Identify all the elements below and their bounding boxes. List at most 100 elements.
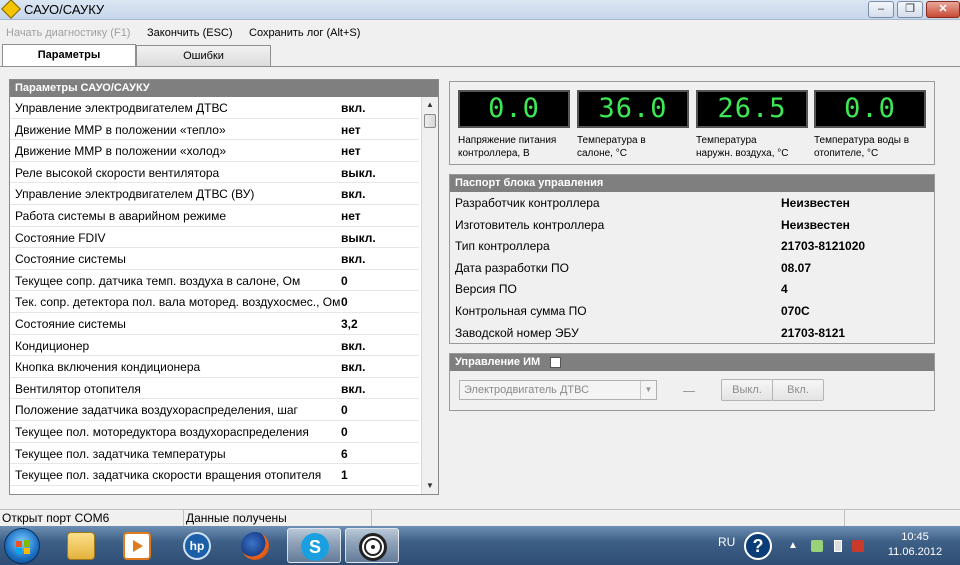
taskbar-media-player-icon[interactable]: [110, 528, 164, 563]
parameter-row: Текущее пол. задатчика температуры 6: [10, 443, 419, 465]
row-label: Дата разработки ПО: [455, 260, 569, 275]
actuator-select-value: Электродвигатель ДТВС: [464, 384, 590, 396]
row-label: Состояние системы: [15, 252, 126, 267]
help-icon[interactable]: ?: [744, 532, 772, 560]
tray-clock[interactable]: 10:45 11.06.2012: [880, 530, 950, 560]
off-button[interactable]: Выкл.: [721, 379, 773, 401]
row-value: 070C: [781, 303, 810, 318]
row-label: Тек. сопр. детектора пол. вала моторед. …: [15, 295, 341, 310]
row-value: вкл.: [341, 381, 366, 396]
maximize-button[interactable]: ❐: [897, 1, 923, 18]
status-bar: Открыт порт COM6 Данные получены: [0, 509, 960, 527]
title-bar: САУО/САУКУ – ❐ ✕: [0, 0, 960, 20]
row-label: Реле высокой скорости вентилятора: [15, 165, 220, 180]
row-value: нет: [341, 144, 361, 159]
parameter-row: Состояние системы вкл.: [10, 248, 419, 270]
menu-save-log[interactable]: Сохранить лог (Alt+S): [249, 27, 360, 39]
actuator-control-checkbox[interactable]: [550, 357, 561, 368]
row-label: Заводской номер ЭБУ: [455, 325, 579, 340]
parameters-scrollbar[interactable]: ▲ ▼: [421, 97, 438, 494]
status-empty-cell: [372, 510, 845, 527]
tray-battery-icon[interactable]: [834, 540, 842, 552]
parameter-row: Движение ММР в положении «тепло» нет: [10, 119, 419, 141]
window-title: САУО/САУКУ: [24, 2, 105, 17]
on-button[interactable]: Вкл.: [772, 379, 824, 401]
row-value: 21703-8121020: [781, 239, 866, 254]
app-icon: [1, 0, 21, 19]
tray-expand-icon[interactable]: ▲: [787, 540, 799, 552]
row-label: Положение задатчика воздухораспределения…: [15, 403, 298, 418]
actuator-select[interactable]: Электродвигатель ДТВС ▼: [459, 380, 657, 400]
actuator-control-panel: Управление ИМ Электродвигатель ДТВС ▼ Вы…: [449, 353, 935, 411]
parameter-row: Тек. сопр. детектора пол. вала моторед. …: [10, 291, 419, 313]
parameters-panel: Параметры САУО/САУКУ Управление электрод…: [9, 79, 439, 495]
gauges-panel: 0.0 Напряжение питания контроллера, В 36.…: [449, 81, 935, 165]
taskbar-diagnostic-app-icon[interactable]: [345, 528, 399, 563]
taskbar-firefox-icon[interactable]: [228, 528, 282, 563]
row-value: 21703-8121: [781, 325, 846, 340]
gauge-caption: Температура воды в отопителе, °С: [814, 135, 909, 159]
passport-row: Контрольная сумма ПО 070C: [450, 300, 934, 322]
row-label: Контрольная сумма ПО: [455, 303, 587, 318]
tab-parameters[interactable]: Параметры: [2, 44, 136, 66]
gauge-display: 0.0: [814, 90, 926, 128]
tab-errors[interactable]: Ошибки: [136, 45, 271, 66]
clock-date: 11.06.2012: [887, 546, 943, 558]
menu-finish[interactable]: Закончить (ESC): [147, 27, 233, 39]
row-label: Кнопка включения кондиционера: [15, 360, 201, 375]
parameter-row: Текущее пол. задатчика скорости вращения…: [10, 464, 419, 486]
row-label: Вентилятор отопителя: [15, 381, 141, 396]
row-value: 0: [341, 424, 348, 439]
taskbar-skype-icon[interactable]: S: [287, 528, 341, 563]
taskbar-folder-icon[interactable]: [54, 528, 108, 563]
row-label: Текущее пол. моторедуктора воздухораспре…: [15, 424, 309, 439]
actuator-control-title: Управление ИМ: [455, 356, 541, 368]
chevron-down-icon[interactable]: ▼: [640, 381, 656, 399]
row-value: выкл.: [341, 230, 376, 245]
passport-row: Разработчик контроллера Неизвестен: [450, 192, 934, 214]
gauge-display: 36.0: [577, 90, 689, 128]
row-label: Текущее пол. задатчика температуры: [15, 446, 226, 461]
row-value: нет: [341, 122, 361, 137]
row-value: 1: [341, 468, 348, 483]
scroll-thumb[interactable]: [424, 114, 436, 128]
parameter-row: Управление электродвигателем ДТВС (ВУ) вк…: [10, 183, 419, 205]
gauge-caption: Температура в салоне, °С: [577, 135, 646, 159]
parameter-row: Реле высокой скорости вентилятора выкл.: [10, 162, 419, 184]
passport-row: Версия ПО 4: [450, 278, 934, 300]
passport-panel-title: Паспорт блока управления: [450, 175, 934, 192]
row-label: Тип контроллера: [455, 239, 550, 254]
windows-logo-icon: [16, 540, 30, 554]
row-value: выкл.: [341, 165, 376, 180]
row-value: Неизвестен: [781, 217, 850, 232]
minimize-button[interactable]: –: [868, 1, 894, 18]
row-label: Текущее пол. задатчика скорости вращения…: [15, 468, 322, 483]
taskbar: hp S RU ? ▲ 10:45 11.06.2012: [0, 526, 960, 565]
parameter-row: Работа системы в аварийном режиме нет: [10, 205, 419, 227]
taskbar-hp-icon[interactable]: hp: [170, 528, 224, 563]
status-empty-cell: [845, 510, 960, 527]
row-label: Движение ММР в положении «тепло»: [15, 122, 226, 137]
row-value: вкл.: [341, 252, 366, 267]
passport-row: Тип контроллера 21703-8121020: [450, 235, 934, 257]
row-label: Состояние FDIV: [15, 230, 106, 245]
passport-row: Заводской номер ЭБУ 21703-8121: [450, 322, 934, 344]
close-button[interactable]: ✕: [926, 1, 960, 18]
tray-language[interactable]: RU: [718, 535, 735, 549]
menu-start-diagnostics[interactable]: Начать диагностику (F1): [6, 27, 130, 39]
scroll-up-arrow-icon[interactable]: ▲: [422, 97, 438, 113]
row-label: Управление электродвигателем ДТВС: [15, 101, 228, 115]
gauge-cabin-temperature: 36.0 Температура в салоне, °С: [577, 90, 689, 160]
parameter-row: Положение задатчика воздухораспределения…: [10, 399, 419, 421]
scroll-down-arrow-icon[interactable]: ▼: [422, 478, 438, 494]
start-button[interactable]: [4, 528, 40, 564]
parameter-row: Состояние системы 3,2: [10, 313, 419, 335]
tray-network-icon[interactable]: [811, 540, 823, 552]
gauge-display: 0.0: [458, 90, 570, 128]
row-value: 3,2: [341, 316, 358, 331]
row-value: 08.07: [781, 260, 812, 275]
tray-flag-icon[interactable]: [852, 540, 864, 552]
parameters-panel-title: Параметры САУО/САУКУ: [10, 80, 438, 97]
row-label: Разработчик контроллера: [455, 196, 600, 210]
gauge-supply-voltage: 0.0 Напряжение питания контроллера, В: [458, 90, 570, 160]
